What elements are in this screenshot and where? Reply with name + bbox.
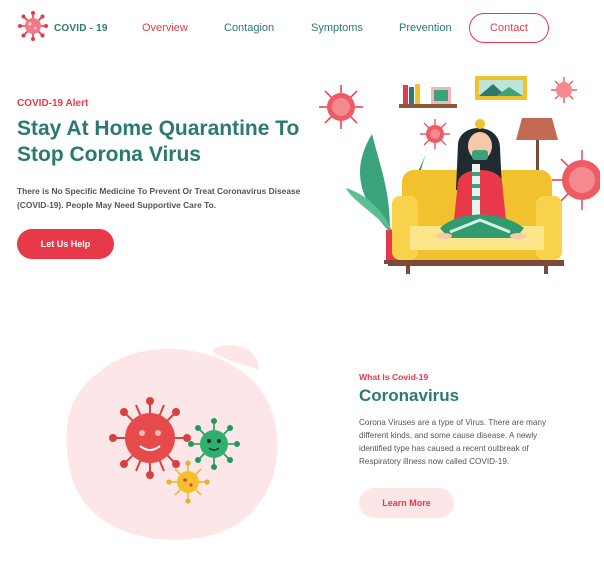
section-title: Coronavirus <box>359 386 460 405</box>
nav-overview[interactable]: Overview <box>142 22 188 34</box>
let-us-help-button[interactable]: Let Us Help <box>17 229 114 259</box>
nav-prevention[interactable]: Prevention <box>399 22 452 34</box>
virus-icon <box>18 10 48 46</box>
nav-contagion[interactable]: Contagion <box>224 22 274 34</box>
contact-button[interactable]: Contact <box>469 13 549 43</box>
brand-name: COVID - 19 <box>54 22 108 34</box>
coronavirus-illustration <box>62 340 292 545</box>
brand-logo[interactable]: COVID - 19 <box>18 10 118 42</box>
nav-symptoms[interactable]: Symptoms <box>311 22 363 34</box>
section-body: Corona Viruses are a type of Virus. Ther… <box>359 418 547 466</box>
hero-title: Stay At Home Quarantine To Stop Corona V… <box>17 117 300 166</box>
hero-description: There is No Specific Medicine To Prevent… <box>17 186 301 210</box>
section-eyebrow: What Is Covid-19 <box>359 372 429 382</box>
quarantine-illustration <box>310 70 602 280</box>
learn-more-button[interactable]: Learn More <box>359 488 454 518</box>
virus-icon <box>319 85 363 129</box>
hero-alert: COVID-19 Alert <box>17 98 89 109</box>
